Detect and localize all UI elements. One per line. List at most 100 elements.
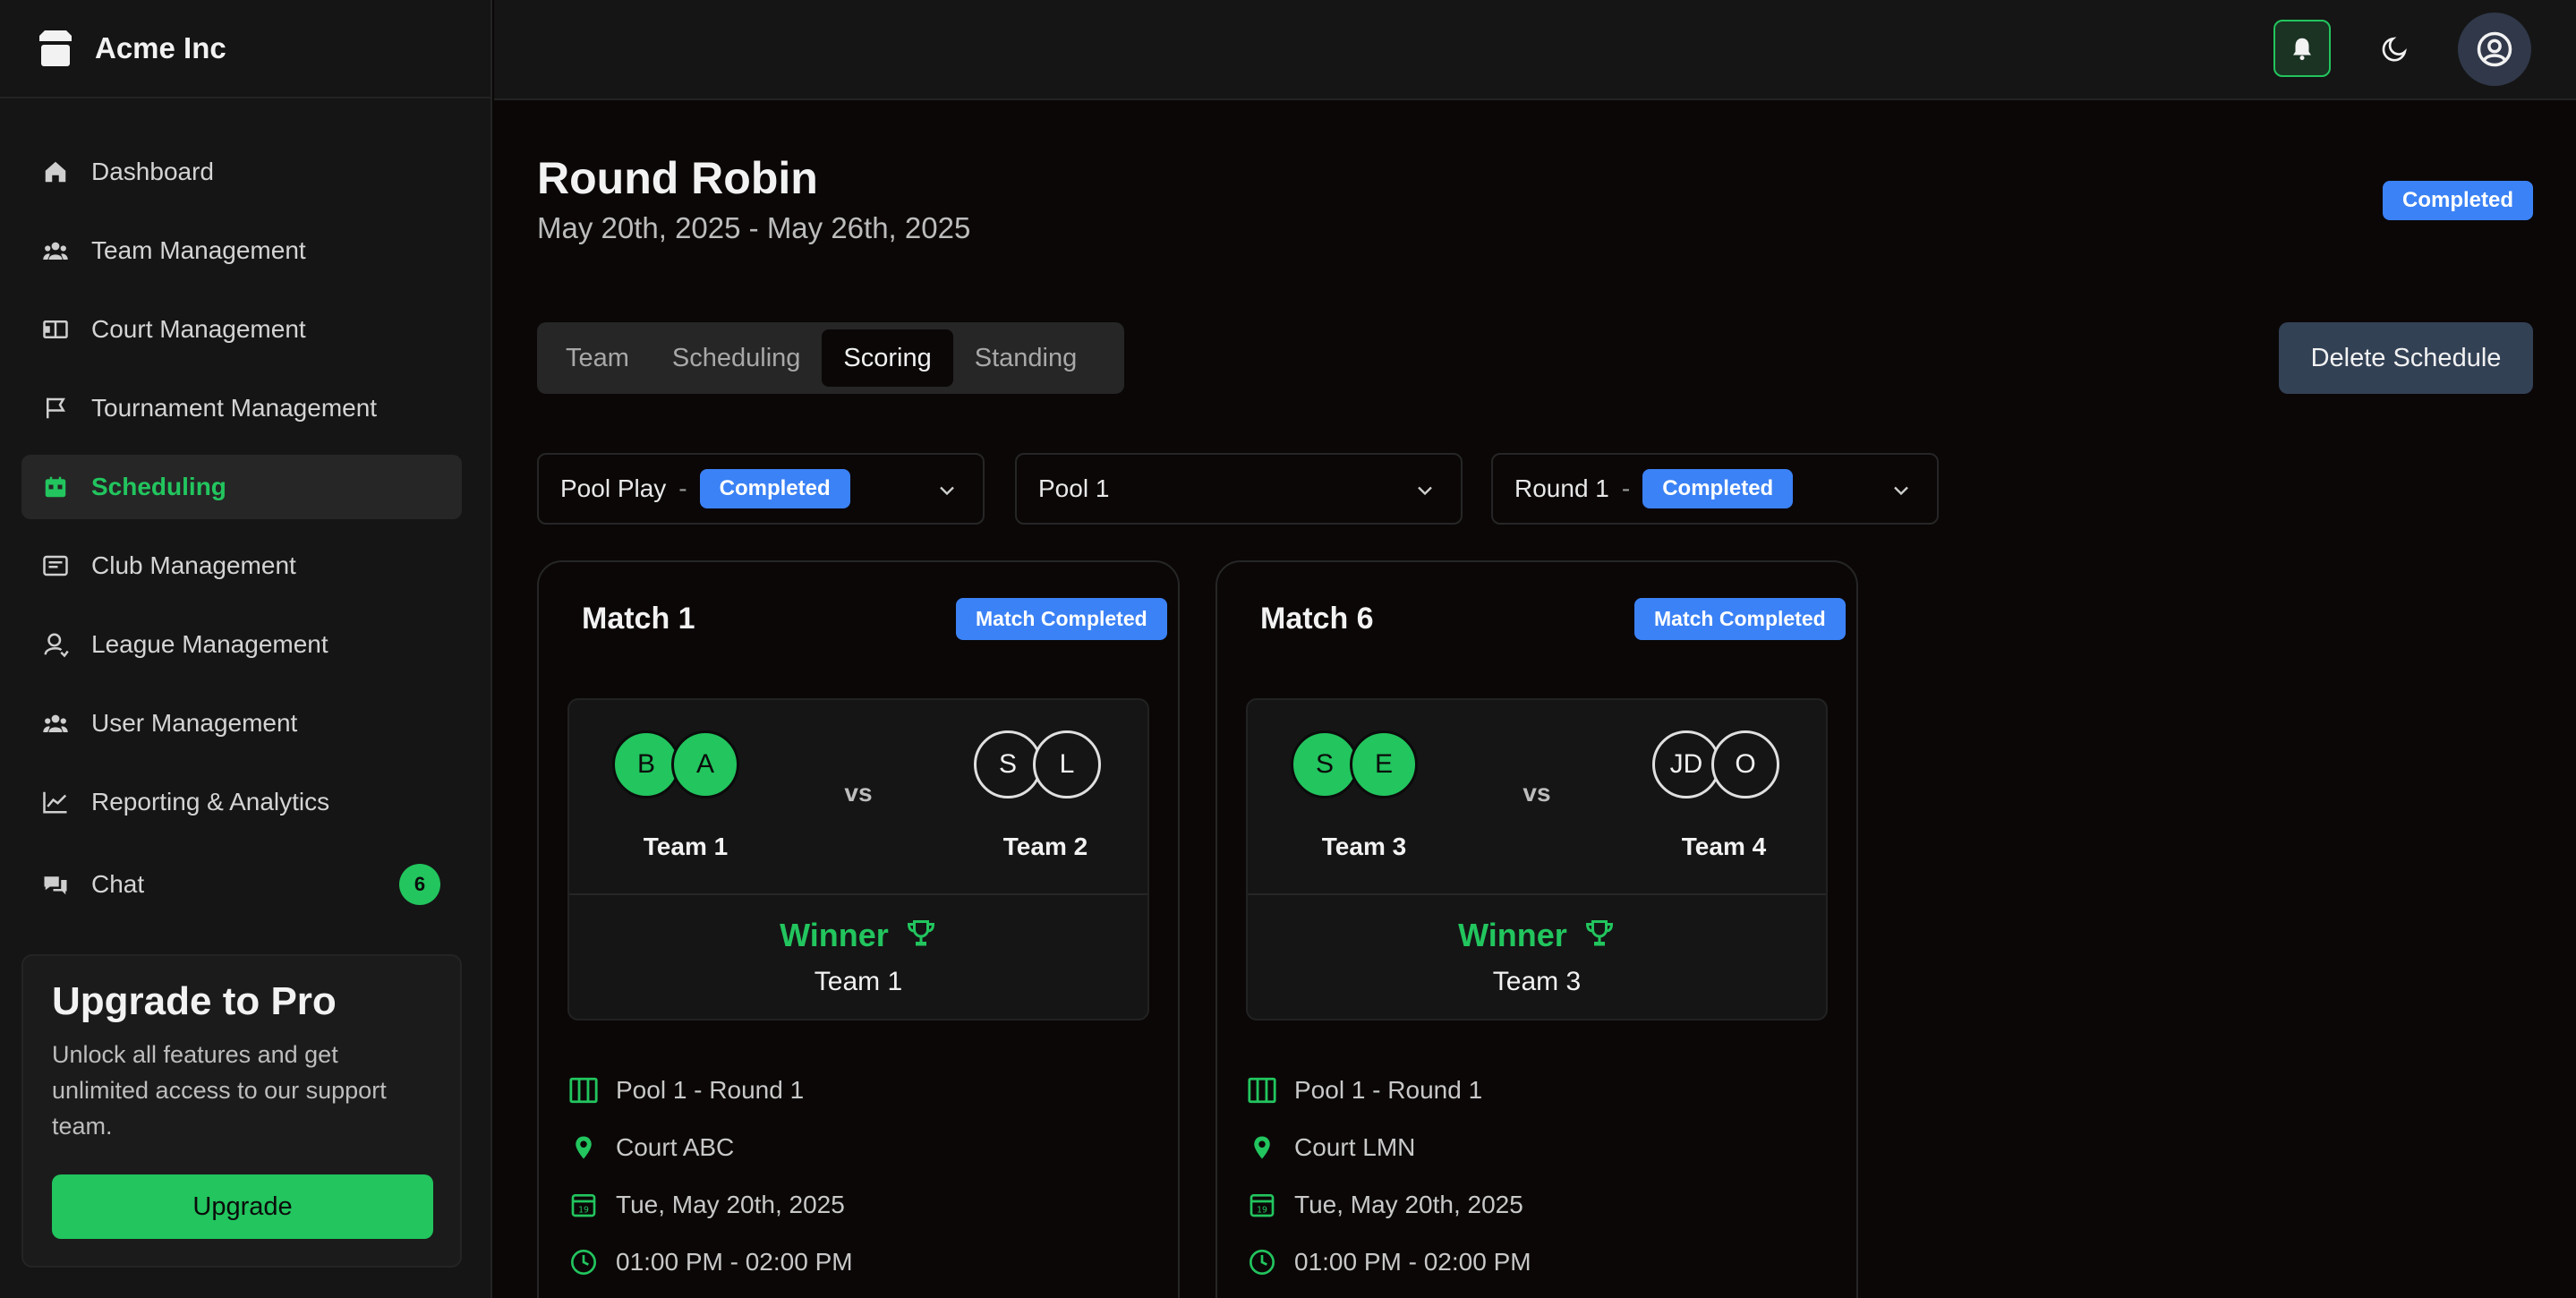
calendar-day-icon: 19 bbox=[1246, 1189, 1278, 1221]
columns-icon bbox=[1246, 1074, 1278, 1106]
time-info: 01:00 PM - 02:00 PM bbox=[1246, 1246, 1531, 1278]
match-title: Match 6 bbox=[1260, 602, 1374, 636]
chevron-down-icon bbox=[1418, 486, 1432, 496]
clock-icon bbox=[1246, 1246, 1278, 1278]
sidebar-item-label: Dashboard bbox=[91, 158, 214, 185]
chart-line-icon bbox=[41, 788, 70, 816]
sidebar-item-league-management[interactable]: League Management bbox=[21, 612, 462, 677]
sidebar-item-label: User Management bbox=[91, 709, 298, 737]
match-card[interactable]: Match 6 Match Completed S E Team 3 vs JD… bbox=[1215, 560, 1858, 1298]
page-title: Round Robin bbox=[537, 153, 818, 203]
sidebar-item-user-management[interactable]: User Management bbox=[21, 691, 462, 756]
time-info: 01:00 PM - 02:00 PM bbox=[567, 1246, 853, 1278]
tab-standing[interactable]: Standing bbox=[953, 329, 1099, 387]
separator: - bbox=[678, 474, 687, 502]
upgrade-text: Unlock all features and get unlimited ac… bbox=[52, 1041, 387, 1140]
top-header bbox=[494, 0, 2576, 100]
map-pin-icon bbox=[1246, 1131, 1278, 1164]
phase-select[interactable]: Pool Play - Completed bbox=[537, 453, 985, 525]
player-avatar: L bbox=[1033, 730, 1101, 798]
team-b-name: Team 2 bbox=[1002, 833, 1088, 860]
pool-round-info: Pool 1 - Round 1 bbox=[1246, 1074, 1482, 1106]
league-icon bbox=[41, 630, 70, 659]
brand[interactable]: Acme Inc bbox=[0, 0, 490, 98]
upgrade-card: Upgrade to Pro Unlock all features and g… bbox=[21, 954, 462, 1268]
match-status-badge: Match Completed bbox=[956, 598, 1167, 640]
court-text: Court ABC bbox=[616, 1133, 735, 1161]
user-circle-icon bbox=[2477, 31, 2512, 67]
sidebar-item-label: Chat bbox=[91, 870, 145, 898]
court-info: Court LMN bbox=[1246, 1131, 1415, 1164]
tab-scoring[interactable]: Scoring bbox=[822, 329, 953, 387]
team-a-name: Team 3 bbox=[1321, 833, 1407, 860]
tab-bar: Team Scheduling Scoring Standing bbox=[537, 322, 1124, 394]
calendar-day-icon: 19 bbox=[567, 1189, 600, 1221]
sidebar-nav: Dashboard Team Management Court Manageme… bbox=[0, 98, 490, 905]
court-text: Court LMN bbox=[1294, 1133, 1416, 1161]
theme-toggle-button[interactable] bbox=[2367, 20, 2424, 77]
home-icon bbox=[41, 158, 70, 186]
sidebar-item-label: League Management bbox=[91, 630, 328, 658]
trophy-icon bbox=[1585, 920, 1613, 946]
match-score-panel: S E Team 3 vs JD O Team 4 Winner Team 3 bbox=[1246, 698, 1828, 1020]
team-a-name: Team 1 bbox=[643, 833, 729, 860]
svg-text:19: 19 bbox=[578, 1206, 589, 1216]
court-icon bbox=[41, 315, 70, 344]
phase-select-label: Pool Play bbox=[560, 474, 667, 502]
sidebar-item-reporting-analytics[interactable]: Reporting & Analytics bbox=[21, 770, 462, 834]
round-select[interactable]: Round 1 - Completed bbox=[1491, 453, 1939, 525]
divider bbox=[569, 893, 1147, 895]
flag-icon bbox=[41, 394, 70, 423]
chat-unread-badge: 6 bbox=[399, 864, 440, 905]
round-select-label: Round 1 bbox=[1514, 474, 1609, 502]
player-avatar: O bbox=[1711, 730, 1779, 798]
match-title: Match 1 bbox=[582, 602, 695, 636]
winner-team: Team 1 bbox=[814, 967, 903, 996]
sidebar-item-label: Club Management bbox=[91, 551, 296, 579]
store-logo-icon bbox=[39, 30, 72, 66]
pool-select[interactable]: Pool 1 bbox=[1015, 453, 1463, 525]
date-range: May 20th, 2025 - May 26th, 2025 bbox=[537, 211, 971, 244]
pool-round-info: Pool 1 - Round 1 bbox=[567, 1074, 804, 1106]
user-menu-button[interactable] bbox=[2458, 13, 2531, 86]
date-text: Tue, May 20th, 2025 bbox=[1294, 1191, 1523, 1218]
player-avatar: S bbox=[974, 730, 1042, 798]
delete-schedule-button[interactable]: Delete Schedule bbox=[2279, 322, 2533, 394]
winner-heading: Winner bbox=[569, 917, 1147, 954]
pool-select-label: Pool 1 bbox=[1038, 474, 1110, 502]
sidebar-item-court-management[interactable]: Court Management bbox=[21, 297, 462, 362]
tab-scheduling[interactable]: Scheduling bbox=[651, 329, 823, 387]
winner-heading: Winner bbox=[1248, 917, 1826, 954]
notifications-button[interactable] bbox=[2273, 20, 2331, 77]
sidebar-item-label: Reporting & Analytics bbox=[91, 788, 330, 816]
sidebar-item-scheduling[interactable]: Scheduling bbox=[21, 455, 462, 519]
moon-icon bbox=[2382, 37, 2407, 62]
brand-name: Acme Inc bbox=[95, 31, 226, 64]
winner-team: Team 3 bbox=[1492, 967, 1582, 996]
sidebar-item-team-management[interactable]: Team Management bbox=[21, 218, 462, 283]
users-icon bbox=[41, 236, 70, 265]
sidebar-item-dashboard[interactable]: Dashboard bbox=[21, 140, 462, 204]
divider bbox=[1248, 893, 1826, 895]
phase-status-badge: Completed bbox=[699, 469, 850, 508]
main-content: Round Robin May 20th, 2025 - May 26th, 2… bbox=[494, 100, 2576, 1298]
time-text: 01:00 PM - 02:00 PM bbox=[1294, 1248, 1531, 1276]
tab-team[interactable]: Team bbox=[544, 329, 651, 387]
separator: - bbox=[1621, 474, 1631, 502]
sidebar: Acme Inc Dashboard Team Management Court… bbox=[0, 0, 492, 1298]
bell-icon bbox=[2293, 38, 2311, 61]
trophy-icon bbox=[907, 920, 934, 946]
sidebar-item-club-management[interactable]: Club Management bbox=[21, 534, 462, 598]
pool-round-text: Pool 1 - Round 1 bbox=[616, 1076, 805, 1104]
sidebar-item-tournament-management[interactable]: Tournament Management bbox=[21, 376, 462, 440]
map-pin-icon bbox=[567, 1131, 600, 1164]
chat-icon bbox=[41, 870, 70, 899]
upgrade-button[interactable]: Upgrade bbox=[52, 1174, 433, 1239]
club-icon bbox=[41, 551, 70, 580]
sidebar-item-label: Team Management bbox=[91, 236, 306, 264]
sidebar-item-label: Scheduling bbox=[91, 473, 226, 500]
match-status-badge: Match Completed bbox=[1634, 598, 1846, 640]
court-info: Court ABC bbox=[567, 1131, 734, 1164]
sidebar-item-chat[interactable]: Chat 6 bbox=[21, 852, 462, 917]
match-card[interactable]: Match 1 Match Completed B A Team 1 vs S … bbox=[537, 560, 1180, 1298]
